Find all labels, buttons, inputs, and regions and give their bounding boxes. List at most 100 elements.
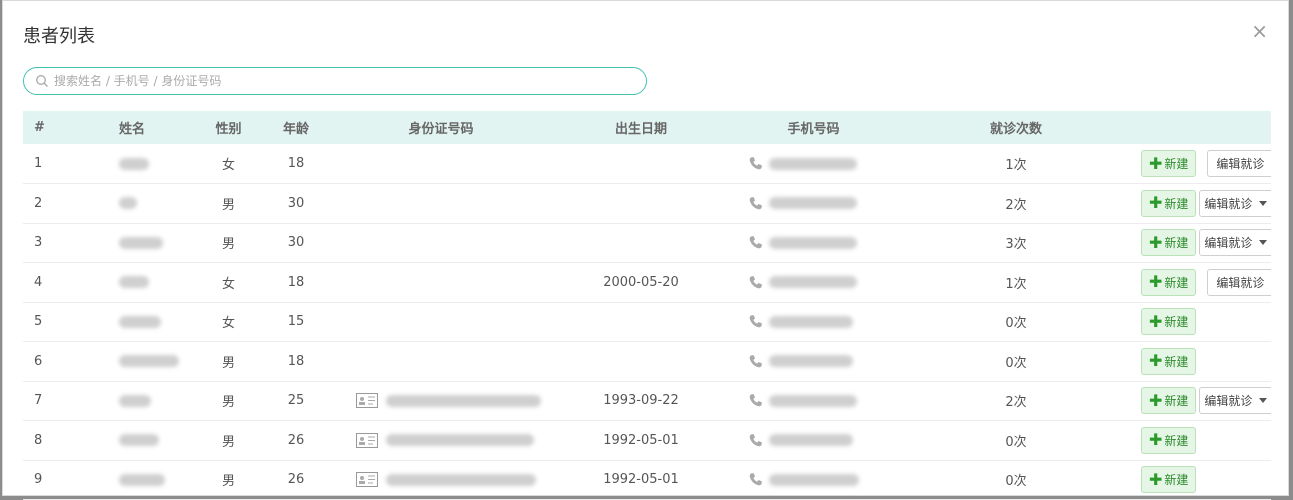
row-actions: ✚ 新建 编辑就诊 xyxy=(1131,263,1271,303)
patient-id-number xyxy=(326,144,556,184)
patient-id-number xyxy=(326,460,556,500)
col-age: 年龄 xyxy=(282,122,309,137)
new-visit-button[interactable]: ✚ 新建 xyxy=(1141,268,1197,296)
table-row[interactable]: 8 男 26 1992-05-01 0次 ✚ 新建 xyxy=(23,421,1271,461)
table-row[interactable]: 6 男 18 0次 ✚ 新建 xyxy=(23,342,1271,382)
new-visit-button[interactable]: ✚ 新建 xyxy=(1141,426,1197,454)
edit-visit-dropdown[interactable]: 编辑就诊 xyxy=(1199,229,1271,257)
caret-down-icon xyxy=(1259,398,1268,404)
patient-gender: 男 xyxy=(221,474,235,490)
patient-gender: 男 xyxy=(221,355,235,371)
new-visit-label: 新建 xyxy=(1164,275,1189,290)
patient-phone xyxy=(726,342,901,382)
visit-count: 3次 xyxy=(1005,237,1027,253)
new-visit-button[interactable]: ✚ 新建 xyxy=(1141,347,1197,375)
patient-age: 30 xyxy=(287,235,305,251)
id-card-icon xyxy=(356,432,378,448)
row-index: 8 xyxy=(34,432,43,448)
table-row[interactable]: 2 男 30 2次 ✚ 新建 编辑就诊 xyxy=(23,184,1271,224)
edit-visit-dropdown[interactable]: 编辑就诊 xyxy=(1199,189,1271,217)
table-row[interactable]: 3 男 30 3次 ✚ 新建 编辑就诊 xyxy=(23,223,1271,263)
visit-count: 0次 xyxy=(1005,316,1027,332)
table-row[interactable]: 1 女 18 1次 ✚ 新建 编辑就诊 xyxy=(23,144,1271,184)
patient-id-number xyxy=(326,302,556,342)
visit-count: 2次 xyxy=(1005,395,1027,411)
search-box xyxy=(23,67,647,95)
patient-gender: 男 xyxy=(221,197,235,213)
patient-age: 18 xyxy=(287,274,305,290)
patient-id-number xyxy=(326,342,556,382)
patient-gender: 男 xyxy=(221,237,235,253)
phone-number-redacted xyxy=(769,236,857,249)
patient-id-number xyxy=(326,421,556,461)
row-actions: ✚ 新建 xyxy=(1131,421,1271,461)
phone-number-redacted xyxy=(769,157,857,170)
table-row[interactable]: 4 女 18 2000-05-20 1次 ✚ 新建 编辑就诊 xyxy=(23,263,1271,303)
col-birthdate: 出生日期 xyxy=(614,122,667,137)
patient-gender: 男 xyxy=(221,395,235,411)
modal-title: 患者列表 xyxy=(23,26,95,47)
edit-visit-button[interactable]: 编辑就诊 xyxy=(1207,150,1271,177)
phone-icon xyxy=(749,196,762,210)
patient-birthdate: 1992-05-01 xyxy=(603,472,679,488)
new-visit-label: 新建 xyxy=(1164,473,1189,488)
table-row[interactable]: 7 男 25 1993-09-22 2次 ✚ 新建 编辑就诊 xyxy=(23,381,1271,421)
plus-icon: ✚ xyxy=(1149,153,1163,173)
new-visit-button[interactable]: ✚ 新建 xyxy=(1141,189,1197,217)
patient-name-redacted xyxy=(71,342,191,382)
id-card-icon xyxy=(356,472,378,488)
new-visit-button[interactable]: ✚ 新建 xyxy=(1141,150,1197,177)
patient-name-redacted xyxy=(71,381,191,421)
phone-icon xyxy=(749,275,762,289)
patient-age: 30 xyxy=(287,195,305,211)
patient-name-redacted xyxy=(71,460,191,500)
patient-birthdate xyxy=(556,223,726,263)
patient-phone xyxy=(726,421,901,461)
patient-phone xyxy=(726,302,901,342)
patient-phone xyxy=(726,144,901,184)
visit-count: 1次 xyxy=(1005,276,1027,292)
patient-age: 15 xyxy=(287,314,305,330)
patient-id-number xyxy=(326,184,556,224)
patient-phone xyxy=(726,263,901,303)
col-actions xyxy=(1131,111,1271,144)
table-row[interactable]: 5 女 15 0次 ✚ 新建 xyxy=(23,302,1271,342)
new-visit-button[interactable]: ✚ 新建 xyxy=(1141,229,1197,257)
phone-icon xyxy=(749,236,762,249)
new-visit-button[interactable]: ✚ 新建 xyxy=(1141,387,1197,415)
row-actions: ✚ 新建 编辑就诊 xyxy=(1131,184,1271,224)
row-index: 7 xyxy=(34,393,43,409)
row-index: 5 xyxy=(34,314,43,330)
search-input[interactable] xyxy=(54,70,634,92)
row-index: 4 xyxy=(34,274,43,290)
visit-count: 0次 xyxy=(1005,355,1027,371)
table-header: # 姓名 性别 年龄 身份证号码 出生日期 手机号码 就诊次数 xyxy=(23,111,1271,144)
row-actions: ✚ 新建 xyxy=(1131,302,1271,342)
new-visit-label: 新建 xyxy=(1164,394,1189,409)
plus-icon: ✚ xyxy=(1149,272,1163,292)
edit-visit-button[interactable]: 编辑就诊 xyxy=(1207,268,1271,296)
col-id-number: 身份证号码 xyxy=(408,122,474,137)
patient-name-redacted xyxy=(71,263,191,303)
new-visit-label: 新建 xyxy=(1164,433,1189,448)
patient-birthdate xyxy=(556,144,726,184)
table-row[interactable]: 9 男 26 1992-05-01 0次 ✚ 新建 xyxy=(23,460,1271,500)
col-name: 姓名 xyxy=(119,122,146,137)
close-icon[interactable]: × xyxy=(1251,21,1268,41)
row-index: 1 xyxy=(34,156,43,171)
id-number-redacted xyxy=(386,473,536,486)
col-visits: 就诊次数 xyxy=(989,122,1042,137)
patient-birthdate xyxy=(556,302,726,342)
patient-age: 25 xyxy=(287,393,305,409)
plus-icon: ✚ xyxy=(1149,390,1163,410)
patient-name-redacted xyxy=(71,223,191,263)
phone-number-redacted xyxy=(769,197,857,210)
edit-visit-dropdown[interactable]: 编辑就诊 xyxy=(1199,387,1271,415)
new-visit-button[interactable]: ✚ 新建 xyxy=(1141,308,1197,336)
patient-phone xyxy=(726,184,901,224)
new-visit-button[interactable]: ✚ 新建 xyxy=(1141,466,1197,494)
patient-phone xyxy=(726,223,901,263)
patient-list-modal: 患者列表 × # 姓名 性别 年龄 身份证号码 出生日期 手机号码 就诊次数 xyxy=(2,0,1289,500)
edit-visit-label: 编辑就诊 xyxy=(1204,394,1253,409)
patient-id-number xyxy=(326,263,556,303)
